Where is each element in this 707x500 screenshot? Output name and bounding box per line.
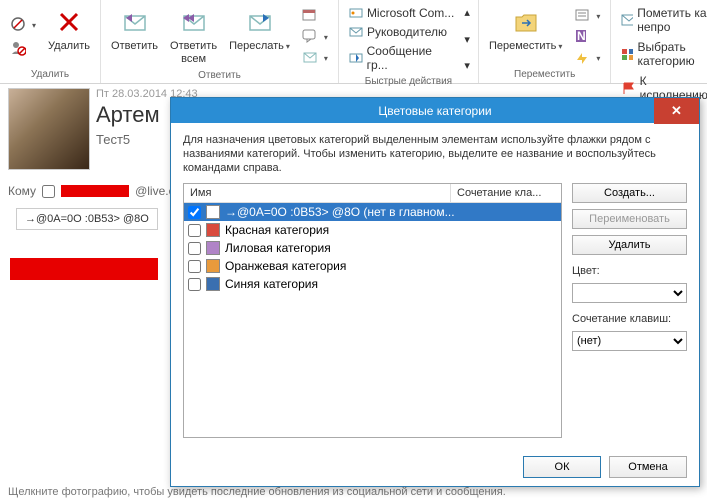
column-name[interactable]: Имя bbox=[184, 184, 451, 202]
dialog-title: Цветовые категории ✕ bbox=[171, 98, 699, 123]
reply-all-button[interactable]: Ответить всем bbox=[166, 4, 221, 68]
quick-step-0[interactable]: Microsoft Com... bbox=[345, 4, 458, 22]
delete-category-button[interactable]: Удалить bbox=[572, 235, 687, 255]
ribbon-group-quick: Microsoft Com... Руководителю Сообщение … bbox=[339, 0, 479, 83]
color-swatch-icon bbox=[206, 205, 220, 219]
delete-button[interactable]: Удалить bbox=[44, 4, 94, 67]
quick-up[interactable]: ▴ bbox=[462, 6, 472, 19]
color-label: Цвет: bbox=[572, 265, 687, 277]
message-category-tag: →@0A=0O :0B53> @8O bbox=[16, 208, 158, 230]
ok-button[interactable]: ОК bbox=[523, 456, 601, 478]
avatar[interactable] bbox=[8, 88, 90, 170]
group-label-move: Переместить bbox=[485, 67, 604, 83]
redacted-to bbox=[61, 185, 129, 197]
reply-button[interactable]: Ответить bbox=[107, 4, 162, 68]
actions-button[interactable] bbox=[570, 48, 604, 66]
to-suffix: @live.c bbox=[135, 184, 175, 198]
to-label: Кому bbox=[8, 184, 36, 198]
category-row[interactable]: Оранжевая категория bbox=[184, 257, 561, 275]
ribbon: Удалить Удалить Ответить Ответить всем П… bbox=[0, 0, 707, 84]
redacted-body bbox=[10, 258, 158, 280]
category-label: →@0A=0O :0B53> @8O (нет в главном... bbox=[225, 205, 455, 219]
shortcut-label: Сочетание клавиш: bbox=[572, 313, 687, 325]
color-swatch-icon bbox=[206, 241, 220, 255]
more-respond-button[interactable] bbox=[298, 48, 332, 66]
quick-down[interactable]: ▾ bbox=[462, 33, 472, 46]
color-select[interactable] bbox=[572, 283, 687, 303]
list-header: Имя Сочетание кла... bbox=[184, 184, 561, 203]
category-row[interactable]: Синяя категория bbox=[184, 275, 561, 293]
category-checkbox[interactable] bbox=[188, 260, 201, 273]
reply-all-label: Ответить всем bbox=[170, 40, 217, 66]
group-label-respond: Ответить bbox=[107, 68, 332, 84]
cancel-button[interactable]: Отмена bbox=[609, 456, 687, 478]
move-button[interactable]: Переместить bbox=[485, 4, 566, 67]
junk-button[interactable] bbox=[6, 14, 40, 34]
rules-button[interactable] bbox=[570, 6, 604, 24]
forward-button[interactable]: Переслать bbox=[225, 4, 294, 68]
color-swatch-icon bbox=[206, 259, 220, 273]
to-checkbox[interactable] bbox=[42, 185, 55, 198]
close-button[interactable]: ✕ bbox=[654, 98, 699, 124]
column-shortcut[interactable]: Сочетание кла... bbox=[451, 184, 561, 202]
color-swatch-icon bbox=[206, 277, 220, 291]
category-row[interactable]: Красная категория bbox=[184, 221, 561, 239]
ribbon-group-move: Переместить N Переместить bbox=[479, 0, 611, 83]
group-label-delete: Удалить bbox=[6, 67, 94, 83]
onenote-button[interactable]: N bbox=[570, 27, 604, 45]
quick-step-1[interactable]: Руководителю bbox=[345, 23, 458, 41]
reply-label: Ответить bbox=[111, 40, 158, 53]
block-button[interactable] bbox=[6, 38, 40, 58]
create-button[interactable]: Создать... bbox=[572, 183, 687, 203]
rename-button[interactable]: Переименовать bbox=[572, 209, 687, 229]
move-label: Переместить bbox=[489, 40, 562, 53]
category-label: Синяя категория bbox=[225, 277, 318, 291]
mark-unread-button[interactable]: Пометить как непро bbox=[617, 4, 707, 36]
quick-step-2[interactable]: Сообщение гр... bbox=[345, 42, 458, 74]
meeting-button[interactable] bbox=[298, 6, 332, 24]
ribbon-group-tags: Пометить как непро Выбрать категорию К и… bbox=[611, 0, 707, 83]
footer-hint: Щелкните фотографию, чтобы увидеть после… bbox=[8, 486, 506, 498]
delete-label: Удалить bbox=[48, 40, 90, 53]
category-checkbox[interactable] bbox=[188, 242, 201, 255]
svg-text:N: N bbox=[577, 29, 586, 43]
ribbon-group-respond: Ответить Ответить всем Переслать Ответит… bbox=[101, 0, 339, 83]
category-label: Лиловая категория bbox=[225, 241, 331, 255]
forward-label: Переслать bbox=[229, 40, 290, 53]
quick-expand[interactable]: ▾ bbox=[462, 59, 472, 72]
categories-list: Имя Сочетание кла... →@0A=0O :0B53> @8O … bbox=[183, 183, 562, 438]
category-label: Оранжевая категория bbox=[225, 259, 346, 273]
category-checkbox[interactable] bbox=[188, 206, 201, 219]
dialog-instructions: Для назначения цветовых категорий выделе… bbox=[183, 133, 687, 175]
category-row[interactable]: →@0A=0O :0B53> @8O (нет в главном... bbox=[184, 203, 561, 221]
list-rows: →@0A=0O :0B53> @8O (нет в главном... Крас… bbox=[184, 203, 561, 437]
category-checkbox[interactable] bbox=[188, 278, 201, 291]
im-button[interactable] bbox=[298, 27, 332, 45]
ribbon-group-delete: Удалить Удалить bbox=[0, 0, 101, 83]
categories-dialog: Цветовые категории ✕ Для назначения цвет… bbox=[170, 97, 700, 487]
shortcut-select[interactable]: (нет) bbox=[572, 331, 687, 351]
categorize-button[interactable]: Выбрать категорию bbox=[617, 38, 707, 70]
category-row[interactable]: Лиловая категория bbox=[184, 239, 561, 257]
dialog-sidebar: Создать... Переименовать Удалить Цвет: С… bbox=[572, 183, 687, 438]
category-checkbox[interactable] bbox=[188, 224, 201, 237]
color-swatch-icon bbox=[206, 223, 220, 237]
dialog-footer: ОК Отмена bbox=[171, 448, 699, 486]
category-label: Красная категория bbox=[225, 223, 329, 237]
